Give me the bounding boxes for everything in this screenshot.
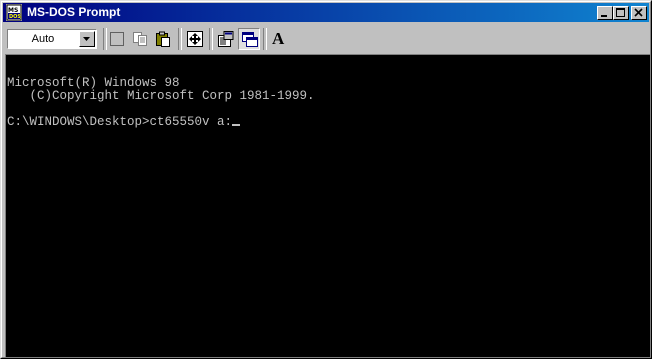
window-title: MS-DOS Prompt [27, 5, 121, 19]
full-screen-icon [187, 31, 203, 47]
background-icon [242, 32, 258, 47]
font-size-value: Auto [31, 33, 55, 45]
toolbar-separator [178, 28, 182, 50]
close-icon [634, 8, 643, 17]
font-size-dropdown-button[interactable] [79, 31, 95, 47]
properties-button[interactable] [215, 28, 237, 50]
command-prompt: C:\WINDOWS\Desktop>ct65550v a: [7, 115, 233, 129]
toolbar: Auto A [3, 24, 649, 53]
ms-dos-app-icon[interactable]: MS DOS [6, 4, 22, 21]
properties-icon [218, 31, 234, 47]
font-size-select[interactable]: Auto [7, 29, 97, 49]
svg-text:DOS: DOS [9, 14, 21, 20]
maximize-icon [616, 8, 625, 17]
toolbar-separator [263, 28, 267, 50]
ms-dos-window: MS DOS MS-DOS Prompt Auto A Microsoft(R)… [0, 0, 652, 359]
font-button[interactable]: A [268, 28, 290, 50]
font-icon: A [272, 29, 285, 48]
toolbar-separator [209, 28, 213, 50]
mark-button[interactable] [106, 28, 128, 50]
console-line: (C)Copyright Microsoft Corp 1981-1999. [7, 89, 315, 103]
text-cursor [232, 124, 241, 126]
mark-icon [110, 32, 124, 46]
copy-button[interactable] [129, 28, 151, 50]
chevron-down-icon [83, 37, 90, 41]
maximize-button[interactable] [613, 6, 629, 20]
paste-icon [156, 31, 170, 47]
minimize-button[interactable] [597, 6, 613, 20]
copy-icon [133, 32, 147, 46]
full-screen-button[interactable] [184, 28, 206, 50]
background-button[interactable] [238, 28, 260, 50]
console-area[interactable]: Microsoft(R) Windows 98 (C)Copyright Mic… [5, 54, 650, 357]
console-prompt-line: C:\WINDOWS\Desktop>ct65550v a: [7, 115, 241, 129]
close-button[interactable] [631, 6, 647, 20]
svg-text:MS: MS [8, 7, 18, 14]
title-bar[interactable]: MS DOS MS-DOS Prompt [3, 3, 649, 22]
minimize-icon [601, 15, 607, 17]
paste-button[interactable] [152, 28, 174, 50]
